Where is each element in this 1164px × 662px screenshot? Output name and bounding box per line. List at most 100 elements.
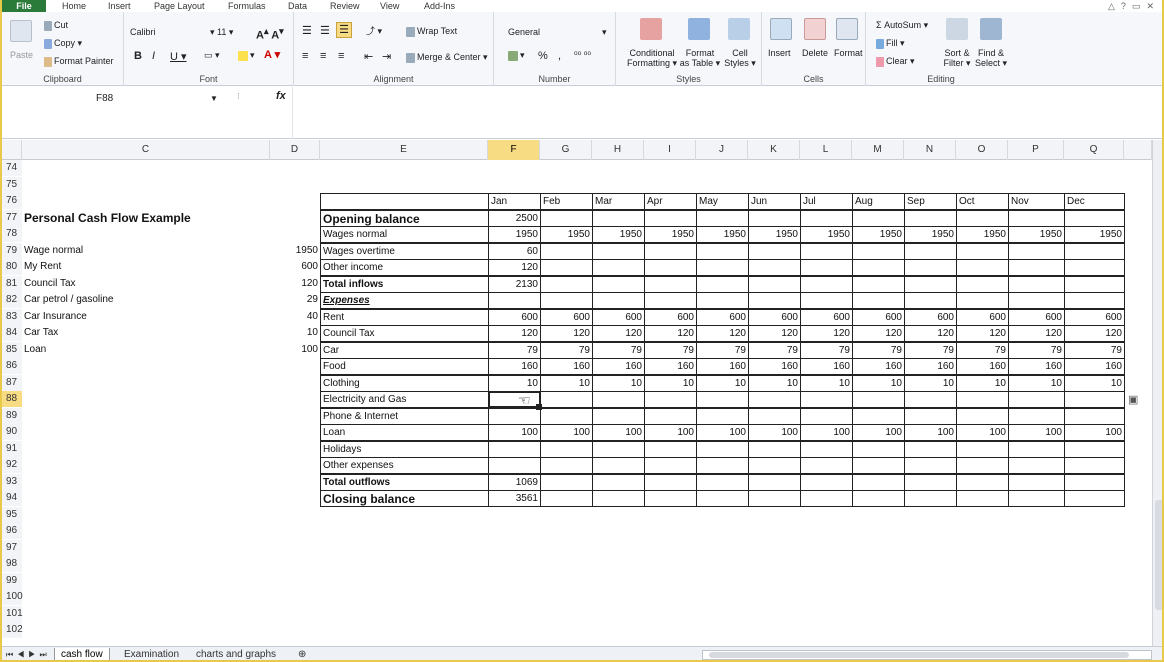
- table-cell[interactable]: [644, 275, 697, 293]
- table-row-label[interactable]: Clothing: [320, 374, 489, 392]
- table-cell[interactable]: [852, 391, 905, 408]
- table-cell[interactable]: [1008, 440, 1065, 458]
- table-cell[interactable]: 79: [488, 341, 541, 359]
- table-cell[interactable]: [1064, 259, 1125, 276]
- table-cell[interactable]: 10: [488, 374, 541, 392]
- window-controls[interactable]: △?▭✕: [1108, 0, 1160, 12]
- table-cell[interactable]: 1950: [696, 226, 749, 243]
- table-cell[interactable]: [592, 490, 645, 507]
- table-cell[interactable]: [852, 457, 905, 474]
- table-cell[interactable]: [1064, 490, 1125, 507]
- table-cell[interactable]: [644, 242, 697, 260]
- table-cell[interactable]: [956, 473, 1009, 491]
- row-header-100[interactable]: 100: [2, 589, 23, 605]
- table-cell[interactable]: [904, 391, 957, 408]
- table-cell[interactable]: [696, 457, 749, 474]
- table-cell[interactable]: 120: [488, 259, 541, 276]
- table-cell[interactable]: [592, 440, 645, 458]
- table-cell[interactable]: [1008, 275, 1065, 293]
- table-cell[interactable]: 120: [488, 325, 541, 342]
- table-cell[interactable]: [696, 275, 749, 293]
- table-cell[interactable]: [1008, 391, 1065, 408]
- table-row-label[interactable]: Wages overtime: [320, 242, 489, 260]
- format-cells-button[interactable]: Format: [834, 48, 863, 58]
- table-cell[interactable]: [800, 292, 853, 309]
- horizontal-scrollbar[interactable]: [702, 650, 1152, 660]
- table-cell[interactable]: [644, 292, 697, 309]
- table-cell[interactable]: 79: [1064, 341, 1125, 359]
- close-icon[interactable]: ✕: [1146, 1, 1160, 11]
- table-cell[interactable]: 160: [852, 358, 905, 375]
- table-cell[interactable]: [1008, 259, 1065, 276]
- table-cell[interactable]: [1008, 209, 1065, 227]
- row-header-87[interactable]: 87: [2, 374, 22, 391]
- table-cell[interactable]: [956, 242, 1009, 260]
- table-cell[interactable]: 10: [748, 374, 801, 392]
- table-cell[interactable]: [800, 407, 853, 425]
- table-cell[interactable]: [1064, 275, 1125, 293]
- column-header-f[interactable]: F: [488, 140, 540, 160]
- list-item-value[interactable]: 1950: [270, 243, 320, 259]
- table-row-label[interactable]: Phone & Internet: [320, 407, 489, 425]
- table-cell[interactable]: [956, 292, 1009, 309]
- list-item-value[interactable]: 40: [270, 309, 320, 325]
- table-cell[interactable]: 100: [644, 424, 697, 441]
- table-cell[interactable]: [956, 209, 1009, 227]
- table-row-label[interactable]: Other expenses: [320, 457, 489, 474]
- tab-file[interactable]: File: [2, 0, 46, 12]
- table-cell[interactable]: 60: [488, 242, 541, 260]
- row-header-79[interactable]: 79: [2, 242, 22, 259]
- table-cell[interactable]: 1950: [852, 226, 905, 243]
- align-middle-button[interactable]: ☰: [320, 24, 330, 37]
- table-cell[interactable]: [592, 209, 645, 227]
- formula-input[interactable]: [292, 87, 1162, 139]
- table-cell[interactable]: 100: [956, 424, 1009, 441]
- table-cell[interactable]: [956, 440, 1009, 458]
- row-header-90[interactable]: 90: [2, 424, 22, 440]
- table-cell[interactable]: [540, 209, 593, 227]
- list-item-label[interactable]: Loan: [24, 342, 264, 358]
- table-cell[interactable]: [904, 259, 957, 276]
- table-cell[interactable]: [748, 490, 801, 507]
- table-cell[interactable]: [956, 407, 1009, 425]
- row-header-92[interactable]: 92: [2, 457, 22, 473]
- tab-insert[interactable]: Insert: [108, 0, 131, 12]
- align-center-button[interactable]: ≡: [320, 50, 326, 62]
- name-box[interactable]: F88 ▼: [22, 91, 222, 107]
- month-header[interactable]: Dec: [1064, 193, 1125, 210]
- table-cell[interactable]: [592, 473, 645, 491]
- table-cell[interactable]: [852, 275, 905, 293]
- column-header-q[interactable]: Q: [1064, 140, 1124, 160]
- table-cell[interactable]: [1008, 407, 1065, 425]
- table-cell[interactable]: [852, 209, 905, 227]
- list-item-label[interactable]: Council Tax: [24, 276, 264, 292]
- table-cell[interactable]: 600: [696, 308, 749, 326]
- orientation-button[interactable]: ⤴ ▾: [366, 24, 382, 37]
- table-cell[interactable]: [800, 391, 853, 408]
- table-cell[interactable]: 160: [904, 358, 957, 375]
- column-header-l[interactable]: L: [800, 140, 852, 160]
- row-header-77[interactable]: 77: [2, 209, 22, 226]
- table-cell[interactable]: [748, 391, 801, 408]
- table-cell[interactable]: 160: [644, 358, 697, 375]
- table-cell[interactable]: 10: [540, 374, 593, 392]
- table-cell[interactable]: [800, 209, 853, 227]
- table-cell[interactable]: [696, 259, 749, 276]
- table-cell[interactable]: 160: [1008, 358, 1065, 375]
- align-top-button[interactable]: ☰: [302, 24, 312, 37]
- decrease-indent-button[interactable]: ⇤: [364, 50, 373, 63]
- cell-styles-button[interactable]: Cell Styles ▾: [722, 48, 758, 68]
- minimize-icon[interactable]: △: [1108, 1, 1121, 11]
- table-cell[interactable]: [904, 457, 957, 474]
- table-cell[interactable]: 10: [852, 374, 905, 392]
- table-cell[interactable]: 10: [644, 374, 697, 392]
- merge-center-button[interactable]: Merge & Center ▾: [406, 52, 488, 63]
- tab-formulas[interactable]: Formulas: [228, 0, 266, 12]
- table-cell[interactable]: 100: [748, 424, 801, 441]
- table-cell[interactable]: [1008, 473, 1065, 491]
- table-cell[interactable]: [592, 242, 645, 260]
- table-cell[interactable]: [1008, 490, 1065, 507]
- table-cell[interactable]: [800, 457, 853, 474]
- percent-button[interactable]: %: [538, 50, 548, 62]
- table-cell[interactable]: [904, 292, 957, 309]
